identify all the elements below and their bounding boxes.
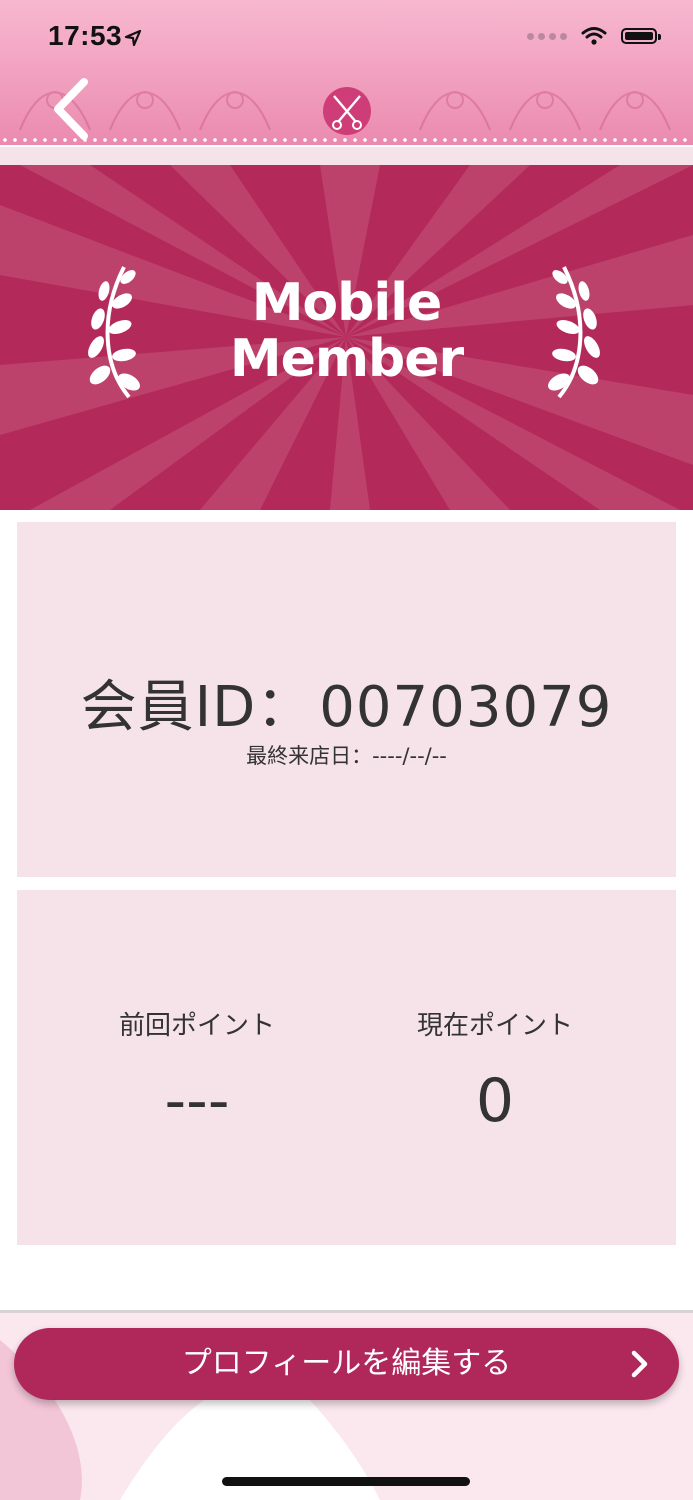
laurel-right-icon <box>548 266 600 399</box>
status-indicators <box>527 26 661 46</box>
chevron-right-icon <box>631 1350 648 1378</box>
edit-profile-button[interactable]: プロフィールを編集する <box>14 1328 679 1400</box>
status-time: 17:53 <box>48 20 123 51</box>
nav-header: 17:53 <box>0 0 693 150</box>
previous-points-value: --- <box>164 1066 230 1136</box>
member-id-value: 00703079 <box>319 675 613 740</box>
footer-divider <box>0 1310 693 1313</box>
header-divider <box>0 145 693 167</box>
points-card: 前回ポイント --- 現在ポイント 0 <box>17 890 676 1245</box>
wifi-icon <box>581 27 607 45</box>
member-content: 会員ID： 00703079 最終来店日：----/--/-- 前回ポイント --… <box>0 510 693 1310</box>
battery-icon <box>621 28 661 44</box>
current-points-value: 0 <box>475 1066 515 1136</box>
last-visit-value: ----/--/-- <box>372 744 447 768</box>
member-id-card: 会員ID： 00703079 最終来店日：----/--/-- <box>17 522 676 877</box>
edit-profile-label: プロフィールを編集する <box>181 1346 512 1381</box>
member-id-label: 会員ID： <box>80 675 314 740</box>
current-points-label: 現在ポイント <box>416 1011 573 1041</box>
previous-points: 前回ポイント --- <box>47 1005 347 1136</box>
back-button[interactable] <box>46 76 96 142</box>
member-banner: Mobile Member <box>0 165 693 510</box>
previous-points-label: 前回ポイント <box>118 1011 275 1041</box>
location-arrow-icon <box>124 29 142 47</box>
chevron-left-icon <box>54 78 88 140</box>
header-dotted-border <box>0 138 693 142</box>
member-id: 会員ID： 00703079 <box>17 662 676 743</box>
last-visit-label: 最終来店日： <box>246 744 373 768</box>
scissors-logo-icon <box>323 87 371 135</box>
last-visit: 最終来店日：----/--/-- <box>17 740 676 770</box>
current-points: 現在ポイント 0 <box>345 1005 645 1136</box>
cellular-signal-icon <box>527 32 567 40</box>
home-indicator[interactable] <box>222 1477 470 1486</box>
